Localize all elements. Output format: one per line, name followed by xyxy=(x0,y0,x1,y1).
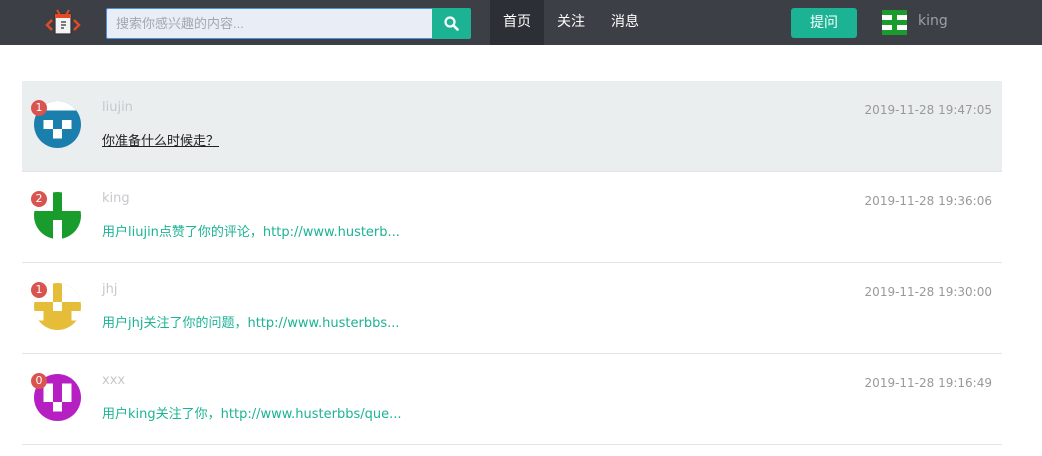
sender-name[interactable]: king xyxy=(102,191,130,206)
user-avatar[interactable] xyxy=(882,10,907,35)
unread-badge: 1 xyxy=(31,282,47,298)
message-item[interactable]: 2 king 用户liujin点赞了你的评论，http://www.huster… xyxy=(22,172,1002,263)
username-link[interactable]: king xyxy=(918,13,948,29)
message-time: 2019-11-28 19:16:49 xyxy=(864,376,992,390)
message-time: 2019-11-28 19:47:05 xyxy=(864,103,992,117)
logo-icon[interactable] xyxy=(43,8,83,38)
message-item[interactable]: 1 liujin 你准备什么时候走？ 2019-11-28 19:47:05 xyxy=(22,81,1002,172)
message-time: 2019-11-28 19:30:00 xyxy=(864,285,992,299)
message-item[interactable]: 1 jhj 用户jhj关注了你的问题，http://www.husterbbs.… xyxy=(22,263,1002,354)
ask-question-button[interactable]: 提问 xyxy=(791,8,857,38)
message-content[interactable]: 你准备什么时候走？ xyxy=(102,130,219,149)
sender-name[interactable]: jhj xyxy=(102,282,117,297)
message-content[interactable]: 用户liujin点赞了你的评论，http://www.husterb... xyxy=(102,221,400,240)
sender-name[interactable]: liujin xyxy=(102,100,133,115)
unread-badge: 2 xyxy=(31,191,47,207)
message-list: 1 liujin 你准备什么时候走？ 2019-11-28 19:47:05 2… xyxy=(22,81,1002,445)
nav-messages[interactable]: 消息 xyxy=(600,0,650,45)
unread-badge: 1 xyxy=(31,100,47,116)
search-icon xyxy=(444,16,459,31)
nav-home[interactable]: 首页 xyxy=(490,0,544,45)
top-navbar: 首页 关注 消息 提问 king xyxy=(0,0,1042,45)
sender-name[interactable]: xxx xyxy=(102,373,125,388)
search-input[interactable] xyxy=(106,8,433,39)
nav-follow[interactable]: 关注 xyxy=(547,0,595,45)
unread-badge: 0 xyxy=(31,373,47,389)
message-content[interactable]: 用户king关注了你，http://www.husterbbs/que... xyxy=(102,403,402,422)
message-item[interactable]: 0 xxx 用户king关注了你，http://www.husterbbs/qu… xyxy=(22,354,1002,445)
message-content[interactable]: 用户jhj关注了你的问题，http://www.husterbbs... xyxy=(102,312,400,331)
search-button[interactable] xyxy=(432,8,471,39)
message-time: 2019-11-28 19:36:06 xyxy=(864,194,992,208)
